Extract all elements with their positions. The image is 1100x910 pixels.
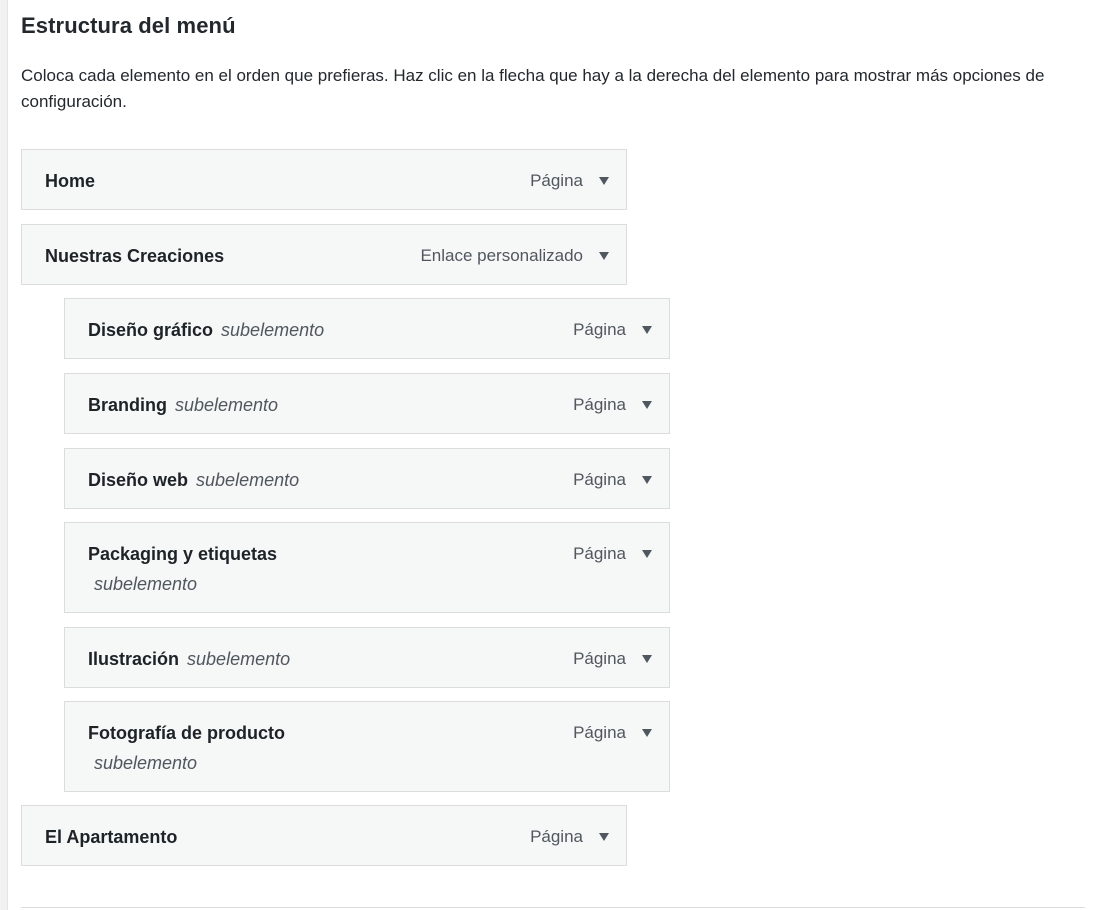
menu-item-type: Página [573, 723, 626, 742]
menu-item-name: Diseño gráfico [88, 320, 214, 340]
menu-item-type: Enlace personalizado [420, 246, 583, 265]
subitem-label: subelemento [221, 320, 325, 340]
menu-item-diseno-grafico[interactable]: Diseño gráfico subelemento Página [64, 298, 670, 359]
chevron-down-icon[interactable] [642, 550, 652, 558]
chevron-down-icon[interactable] [642, 476, 652, 484]
menu-item-type: Página [573, 395, 626, 414]
chevron-down-icon[interactable] [642, 326, 652, 334]
section-description: Coloca cada elemento en el orden que pre… [21, 66, 1045, 111]
menu-item-type: Página [573, 470, 626, 489]
menu-item-packaging[interactable]: Packaging y etiquetas subelemento Página [64, 522, 670, 613]
section-divider [21, 907, 1085, 908]
chevron-down-icon[interactable] [642, 655, 652, 663]
chevron-down-icon[interactable] [642, 729, 652, 737]
menu-item-name: Branding [88, 395, 167, 415]
menu-item-name: Nuestras Creaciones [45, 246, 225, 266]
subitem-label: subelemento [196, 470, 300, 490]
menu-item-diseno-web[interactable]: Diseño web subelemento Página [64, 448, 670, 509]
menu-item-el-apartamento[interactable]: El Apartamento Página [21, 805, 627, 866]
chevron-down-icon[interactable] [642, 401, 652, 409]
menu-item-name: Fotografía de producto [88, 723, 285, 743]
menu-item-home[interactable]: Home Página [21, 149, 627, 210]
menu-item-name: Packaging y etiquetas [88, 544, 278, 564]
chevron-down-icon[interactable] [599, 252, 609, 260]
menu-item-type: Página [573, 320, 626, 339]
subitem-label: subelemento [94, 753, 198, 773]
menu-item-name: Home [45, 171, 96, 191]
subitem-label: subelemento [175, 395, 279, 415]
menu-item-type: Página [530, 171, 583, 190]
chevron-down-icon[interactable] [599, 177, 609, 185]
menu-item-name: El Apartamento [45, 827, 178, 847]
admin-sidebar-edge [0, 0, 8, 910]
menu-item-ilustracion[interactable]: Ilustración subelemento Página [64, 627, 670, 688]
section-title: Estructura del menú [21, 13, 236, 38]
menu-item-name: Ilustración [88, 649, 180, 669]
menu-item-type: Página [573, 649, 626, 668]
subitem-label: subelemento [187, 649, 291, 669]
menu-item-name: Diseño web [88, 470, 189, 490]
subitem-label: subelemento [94, 574, 198, 594]
menu-item-branding[interactable]: Branding subelemento Página [64, 373, 670, 434]
chevron-down-icon[interactable] [599, 833, 609, 841]
menu-item-type: Página [530, 827, 583, 846]
menu-item-fotografia-producto[interactable]: Fotografía de producto subelemento Págin… [64, 701, 670, 792]
menu-item-nuestras-creaciones[interactable]: Nuestras Creaciones Enlace personalizado [21, 224, 627, 285]
menu-item-type: Página [573, 544, 626, 563]
